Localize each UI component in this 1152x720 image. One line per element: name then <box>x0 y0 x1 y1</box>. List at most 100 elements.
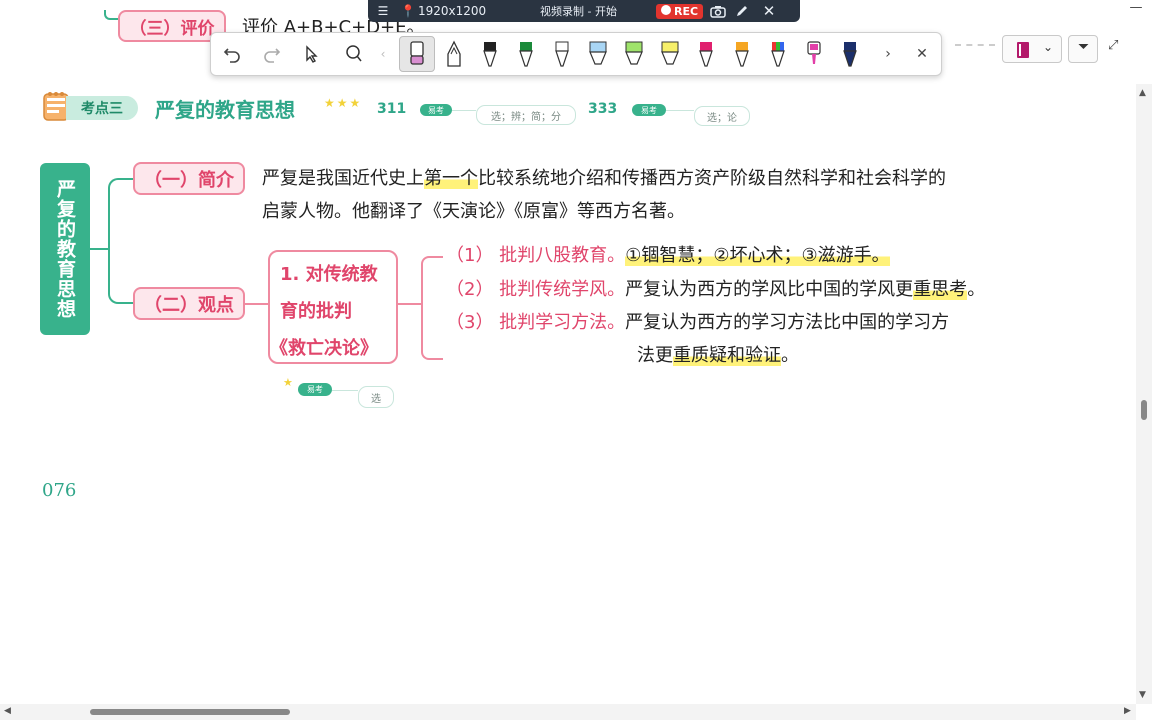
scroll-right-arrow-icon[interactable]: ▶ <box>1124 706 1131 716</box>
intro-line-1-highlight: 第一个 <box>424 168 478 189</box>
lasso-icon[interactable] <box>339 39 369 69</box>
critique-box: 1. 对传统教 育的批判 《救亡决论》 <box>268 250 398 364</box>
question-types-311: 选；辨；简；分 <box>476 105 576 125</box>
intro-pill: （一）简介 <box>133 162 245 195</box>
screen-recorder-bar: ☰ 📍 1920x1200 视频录制 - 开始 REC ✕ <box>368 0 800 22</box>
redo-icon[interactable] <box>257 39 287 69</box>
pen-navy-icon[interactable] <box>835 39 865 69</box>
critique-line-3: 《救亡决论》 <box>270 338 378 359</box>
section-title: 严复的教育思想 <box>155 98 295 122</box>
vertical-scrollbar[interactable] <box>1136 84 1152 704</box>
filter-icon: ⏷ <box>1078 39 1090 55</box>
critique-item-2-highlight: 重思考 <box>913 279 968 300</box>
highlighter-blue-icon[interactable] <box>583 39 613 69</box>
tag-connector-3 <box>332 390 358 391</box>
intro-pill-label: （一）简介 <box>144 169 234 191</box>
critique-item-2-end: 。 <box>967 279 986 300</box>
prev-section-pill-label: （三）评价 <box>129 18 215 39</box>
rec-button[interactable]: REC <box>656 0 706 22</box>
critique-item-3-body: 严复认为西方的学习方法比中国的学习方 <box>625 312 950 333</box>
pen-toolbar: ‹ › ✕ <box>210 32 942 76</box>
critique-item-3-head: （3） 批判学习方法。 <box>446 312 626 333</box>
toolbar-close-icon[interactable]: ✕ <box>907 39 937 69</box>
pen-icon[interactable] <box>730 0 754 22</box>
scroll-down-icon[interactable]: ▼ <box>1139 690 1146 700</box>
exam-code-311: 311 <box>377 101 407 117</box>
critique-item-2-body: 严复认为西方的学风比中国的学风更 <box>625 279 914 300</box>
menu-icon[interactable]: ☰ <box>368 0 398 22</box>
rec-badge: REC <box>656 3 704 19</box>
rec-label: REC <box>674 4 699 18</box>
undo-icon[interactable] <box>217 39 247 69</box>
critique-item-3-line-2: 法更重质疑和验证。 <box>637 340 799 372</box>
resolution-label: 1920x1200 <box>418 4 487 18</box>
critique-line-1: 1. 对传统教 <box>280 264 378 285</box>
easy-tag-views: 易考 <box>298 383 332 396</box>
pen-outline-icon[interactable] <box>439 39 469 69</box>
select-icon[interactable] <box>297 39 327 69</box>
intro-line-1-a: 严复是我国近代史上 <box>262 168 424 189</box>
intro-line-2: 启蒙人物。他翻译了《天演论》《原富》等西方名著。 <box>262 201 685 222</box>
screen: （三）评价 评价 A+B+C+D+E。 ☰ 📍 1920x1200 视频录制 -… <box>0 0 1152 720</box>
chevron-down-icon: ⌄ <box>1043 40 1054 54</box>
views-pill-label: （二）观点 <box>144 294 234 316</box>
pen-white-icon[interactable] <box>547 39 577 69</box>
critique-item-3-end: 。 <box>781 345 799 366</box>
filter-button[interactable]: ⏷ <box>1068 35 1098 63</box>
vertical-scroll-thumb[interactable] <box>1141 400 1147 420</box>
exam-code-333: 333 <box>588 101 618 117</box>
mindmap-root-label: 严复的教育思想 <box>54 179 76 319</box>
notebook-icon <box>1017 42 1029 58</box>
pen-rainbow-icon[interactable] <box>763 39 793 69</box>
mindmap-root: 严复的教育思想 <box>40 163 90 335</box>
recorder-close-icon[interactable]: ✕ <box>754 0 784 22</box>
scroll-left-icon[interactable]: ‹ <box>377 39 389 69</box>
page-number: 076 <box>42 480 77 501</box>
easy-tag-333: 易考 <box>632 104 666 116</box>
critique-item-3: （3） 批判学习方法。严复认为西方的学习方法比中国的学习方 <box>446 307 949 339</box>
easy-tag-311: 易考 <box>420 104 452 116</box>
root-branch-curve <box>108 178 134 304</box>
rec-dot-icon <box>661 4 671 15</box>
recorder-status: 视频录制 - 开始 <box>540 5 617 18</box>
root-connector <box>90 248 110 250</box>
horizontal-scroll-thumb[interactable] <box>90 709 290 715</box>
intro-line-1: 严复是我国近代史上第一个比较系统地介绍和传播西方资产阶级自然科学和社会科学的 <box>262 163 946 195</box>
critique-item-3-highlight: 重质疑和验证 <box>673 345 781 366</box>
question-type-views: 选 <box>358 386 394 408</box>
critique-item-1-highlight: ①锢智慧；②坏心术；③滋游手。 <box>625 245 890 266</box>
section-label: 考点三 <box>81 101 123 117</box>
critique-item-2-head: （2） 批判传统学风。 <box>446 279 626 300</box>
difficulty-stars: ★★★ <box>324 96 363 110</box>
next-icon[interactable]: › <box>873 39 903 69</box>
question-types-333: 选；论 <box>694 106 750 126</box>
highlighter-yellow-icon[interactable] <box>655 39 685 69</box>
notebook-picker[interactable]: ⌄ <box>1002 35 1062 63</box>
pin-icon[interactable]: 📍 <box>398 0 418 22</box>
star-icon: ★ <box>283 376 293 389</box>
pen-green-icon[interactable] <box>511 39 541 69</box>
pen-black-icon[interactable] <box>475 39 505 69</box>
box-connector <box>398 303 422 305</box>
critique-line-2: 育的批判 <box>280 301 352 322</box>
tag-connector-1 <box>452 110 476 111</box>
critique-item-1-head: （1） 批判八股教育。 <box>446 245 626 266</box>
tag-connector-2 <box>666 110 694 111</box>
prev-connector <box>104 10 118 20</box>
views-pill: （二）观点 <box>133 287 245 320</box>
window-minimize-icon[interactable]: — <box>1121 0 1151 20</box>
intro-line-1-b: 比较系统地介绍和传播西方资产阶级自然科学和社会科学的 <box>478 168 946 189</box>
scroll-left-arrow-icon[interactable]: ◀ <box>4 706 11 716</box>
highlighter-green-icon[interactable] <box>619 39 649 69</box>
views-connector <box>245 303 268 305</box>
pen-magenta-icon[interactable] <box>691 39 721 69</box>
pen-orange-icon[interactable] <box>727 39 757 69</box>
eraser-icon[interactable] <box>399 36 435 72</box>
section-label-pill: 考点三 <box>66 96 138 120</box>
pen-pink-icon[interactable] <box>799 39 829 69</box>
critique-item-2: （2） 批判传统学风。严复认为西方的学风比中国的学风更重思考。 <box>446 274 985 306</box>
dash-divider <box>955 44 995 46</box>
scroll-up-icon[interactable]: ▲ <box>1139 88 1146 98</box>
expand-icon[interactable]: ⤢ <box>1108 38 1126 56</box>
camera-icon[interactable] <box>706 0 730 22</box>
